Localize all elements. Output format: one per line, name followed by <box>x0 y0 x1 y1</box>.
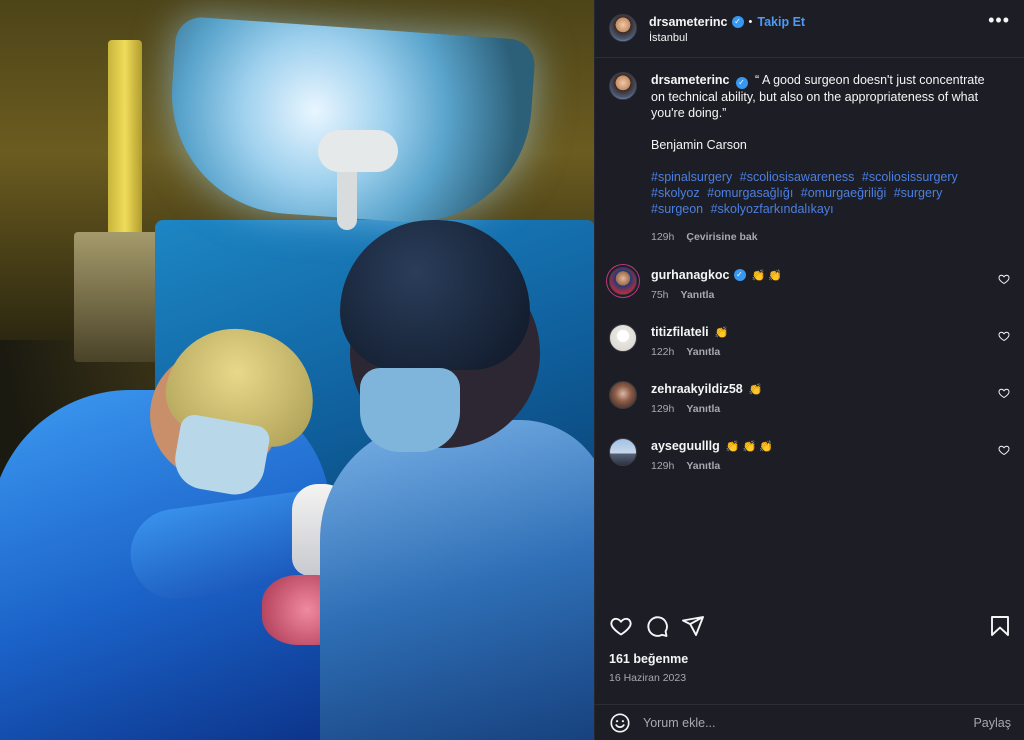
post-dialog: drsameterinc ✓ • Takip Et İstanbul ••• d… <box>0 0 1024 740</box>
commenter-username[interactable]: titizfilateli <box>651 325 709 339</box>
comment-item: gurhanagkoc ✓ 👏 👏 75h Yanıtla <box>609 267 1010 324</box>
caption-avatar[interactable] <box>609 72 637 100</box>
separator-dot: • <box>748 16 753 28</box>
surgeon-right-gown <box>320 420 594 740</box>
caption-hashtags: #spinalsurgery #scoliosisawareness #scol… <box>651 169 991 217</box>
comment-time[interactable]: 129h <box>651 460 674 472</box>
post-actions: 161 beğenme 16 Haziran 2023 <box>595 612 1024 684</box>
comment-text: 👏 <box>714 326 729 339</box>
commenter-avatar[interactable] <box>609 381 637 409</box>
commenter-username[interactable]: gurhanagkoc <box>651 268 730 282</box>
reply-link[interactable]: Yanıtla <box>686 346 720 358</box>
post-caption: drsameterinc ✓ “ A good surgeon doesn't j… <box>609 72 1010 245</box>
more-icon[interactable]: ••• <box>988 10 1010 31</box>
post-comment-button[interactable]: Paylaş <box>973 716 1011 730</box>
comment-text: 👏 👏 <box>751 269 782 282</box>
comment-item: zehraakyildiz58 👏 129h Yanıtla <box>609 381 1010 438</box>
comment-time[interactable]: 75h <box>651 289 669 301</box>
reply-link[interactable]: Yanıtla <box>686 403 720 415</box>
lamp-hub <box>318 130 398 172</box>
hashtag[interactable]: #spinalsurgery <box>651 170 732 184</box>
like-comment-heart-icon[interactable] <box>998 387 1010 399</box>
bookmark-icon[interactable] <box>989 614 1011 638</box>
caption-username[interactable]: drsameterinc <box>651 73 730 87</box>
hashtag[interactable]: #omurgasağlığı <box>707 186 793 200</box>
commenter-username[interactable]: zehraakyildiz58 <box>651 382 743 396</box>
reply-link[interactable]: Yanıtla <box>686 460 720 472</box>
hashtag[interactable]: #scoliosissurgery <box>862 170 958 184</box>
hashtag[interactable]: #omurgaeğriliği <box>801 186 886 200</box>
commenter-avatar[interactable] <box>609 438 637 466</box>
comment-time[interactable]: 122h <box>651 346 674 358</box>
comment-text: 👏 👏 👏 <box>725 440 773 453</box>
post-date: 16 Haziran 2023 <box>609 672 687 684</box>
post-image[interactable] <box>0 0 594 740</box>
comment-time[interactable]: 129h <box>651 403 674 415</box>
comment-text: 👏 <box>748 383 763 396</box>
hashtag[interactable]: #surgery <box>894 186 943 200</box>
hashtag[interactable]: #surgeon <box>651 202 703 216</box>
likes-count[interactable]: 161 beğenme <box>609 652 1011 666</box>
commenter-avatar[interactable] <box>609 324 637 352</box>
translate-link[interactable]: Çevirisine bak <box>686 229 757 245</box>
hashtag[interactable]: #scoliosisawareness <box>740 170 855 184</box>
post-location[interactable]: İstanbul <box>649 32 988 44</box>
add-comment-bar: Paylaş <box>595 704 1024 740</box>
comment-icon[interactable] <box>645 614 669 638</box>
lamp-pole <box>108 40 142 240</box>
verified-badge-icon: ✓ <box>735 77 748 89</box>
reply-link[interactable]: Yanıtla <box>681 289 715 301</box>
like-comment-heart-icon[interactable] <box>998 330 1010 342</box>
verified-badge-icon: ✓ <box>731 16 744 28</box>
hashtag[interactable]: #skolyoz <box>651 186 700 200</box>
commenter-avatar[interactable] <box>609 267 637 295</box>
surgeon-right-mask <box>360 368 460 452</box>
like-comment-heart-icon[interactable] <box>998 444 1010 456</box>
caption-meta: 129h Çevirisine bak <box>651 229 991 245</box>
comment-input[interactable] <box>643 715 974 730</box>
hashtag[interactable]: #skolyozfarkındalıkayı <box>711 202 834 216</box>
post-header: drsameterinc ✓ • Takip Et İstanbul ••• <box>595 0 1024 58</box>
commenter-username[interactable]: ayseguulllg <box>651 439 720 453</box>
share-icon[interactable] <box>681 614 705 638</box>
heart-icon[interactable] <box>609 614 633 638</box>
caption-author: Benjamin Carson <box>651 138 747 152</box>
verified-badge-icon: ✓ <box>733 269 746 281</box>
author-username[interactable]: drsameterinc <box>649 15 728 29</box>
emoji-icon[interactable] <box>609 712 631 734</box>
caption-time[interactable]: 129h <box>651 229 674 245</box>
author-info: drsameterinc ✓ • Takip Et İstanbul <box>649 14 988 44</box>
comment-item: ayseguulllg 👏 👏 👏 129h Yanıtla <box>609 438 1010 495</box>
follow-button[interactable]: Takip Et <box>757 15 805 29</box>
like-comment-heart-icon[interactable] <box>998 273 1010 285</box>
post-panel: drsameterinc ✓ • Takip Et İstanbul ••• d… <box>594 0 1024 740</box>
author-avatar[interactable] <box>609 14 637 42</box>
comments-list[interactable]: drsameterinc ✓ “ A good surgeon doesn't j… <box>595 58 1024 618</box>
comment-item: titizfilateli 👏 122h Yanıtla <box>609 324 1010 381</box>
